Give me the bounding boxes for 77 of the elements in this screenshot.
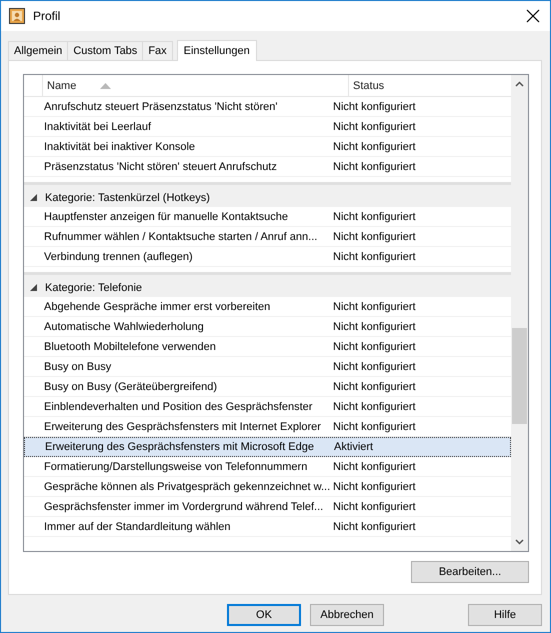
setting-name: Gespräche können als Privatgespräch gekennzeichnet w... (43, 480, 330, 492)
list-row[interactable]: Rufnummer wählen / Kontaktsuche starten / Anruf ann... Nicht konfiguriert (24, 227, 511, 247)
setting-status: Nicht konfiguriert (332, 100, 416, 112)
list-row[interactable]: Verbindung trennen (auflegen) Nicht konfiguriert (24, 247, 511, 267)
setting-status: Nicht konfiguriert (332, 300, 416, 312)
list-row[interactable]: Formatierung/Darstellungsweise von Telefonnummern Nicht konfiguriert (24, 457, 511, 477)
dialog-button[interactable]: OK (227, 604, 301, 626)
setting-status: Nicht konfiguriert (332, 230, 416, 242)
setting-name: Erweiterung des Gesprächsfensters mit Internet Explorer (43, 420, 322, 432)
expanded-triangle-icon[interactable] (30, 284, 37, 291)
setting-name: Automatische Wahlwiederholung (43, 320, 205, 332)
list-row[interactable]: Erweiterung des Gesprächsfensters mit Microsoft Edge Aktiviert (24, 437, 511, 457)
column-header[interactable]: Name (42, 75, 348, 96)
setting-status: Nicht konfiguriert (332, 480, 416, 492)
setting-status: Nicht konfiguriert (332, 420, 416, 432)
setting-name: Verbindung trennen (auflegen) (43, 250, 194, 262)
scroll-down-icon[interactable] (515, 539, 524, 545)
setting-name: Präsenzstatus 'Nicht stören' steuert Anrufschutz (43, 160, 278, 172)
setting-status: Nicht konfiguriert (332, 160, 416, 172)
list-row[interactable]: Hauptfenster anzeigen für manuelle Kontaktsuche Nicht konfiguriert (24, 207, 511, 227)
category-title: Kategorie: Telefonie (45, 282, 142, 294)
list-row[interactable]: Inaktivität bei Leerlauf Nicht konfiguriert (24, 117, 511, 137)
list-row[interactable]: Busy on Busy Nicht konfiguriert (24, 357, 511, 377)
category-title: Kategorie: Tastenkürzel (Hotkeys) (45, 192, 210, 204)
setting-status: Nicht konfiguriert (332, 520, 416, 532)
list-row[interactable]: Bluetooth Mobiltelefone verwenden Nicht konfiguriert (24, 337, 511, 357)
setting-status: Nicht konfiguriert (332, 140, 416, 152)
setting-status: Nicht konfiguriert (332, 400, 416, 412)
setting-name: Inaktivität bei inaktiver Konsole (43, 140, 196, 152)
dialog-button[interactable]: Abbrechen (310, 604, 384, 626)
dialog-button[interactable]: Hilfe (468, 604, 542, 626)
setting-name: Inaktivität bei Leerlauf (43, 120, 152, 132)
scrollbar-thumb[interactable] (512, 328, 527, 424)
tab[interactable]: Einstellungen (176, 40, 257, 61)
edit-button[interactable]: Bearbeiten... (411, 561, 529, 583)
list-row[interactable]: Abgehende Gespräche immer erst vorbereiten Nicht konfiguriert (24, 297, 511, 317)
setting-status: Aktiviert (333, 441, 374, 453)
setting-name: Hauptfenster anzeigen für manuelle Kontaktsuche (43, 210, 289, 222)
list-row[interactable]: Busy on Busy (Geräteübergreifend) Nicht konfiguriert (24, 377, 511, 397)
setting-status: Nicht konfiguriert (332, 460, 416, 472)
setting-status: Nicht konfiguriert (332, 210, 416, 222)
setting-status: Nicht konfiguriert (332, 340, 416, 352)
setting-status: Nicht konfiguriert (332, 320, 416, 332)
setting-name: Bluetooth Mobiltelefone verwenden (43, 340, 217, 352)
list-row[interactable]: Gesprächsfenster immer im Vordergrund während Telef... Nicht konfiguriert (24, 497, 511, 517)
setting-name: Rufnummer wählen / Kontaktsuche starten / Anruf ann... (43, 230, 318, 242)
setting-name: Immer auf der Standardleitung wählen (43, 520, 232, 532)
setting-name: Busy on Busy (Geräteübergreifend) (43, 380, 218, 392)
setting-name: Einblendeverhalten und Position des Gesprächsfenster (43, 400, 314, 412)
setting-name: Abgehende Gespräche immer erst vorbereiten (43, 300, 272, 312)
expanded-triangle-icon[interactable] (30, 194, 37, 201)
window-title: Profil (33, 9, 62, 23)
setting-status: Nicht konfiguriert (332, 250, 416, 262)
list-row[interactable]: Anrufschutz steuert Präsenzstatus 'Nicht stören' Nicht konfiguriert (24, 97, 511, 117)
list-row[interactable]: Automatische Wahlwiederholung Nicht konfiguriert (24, 317, 511, 337)
list-row[interactable]: Gespräche können als Privatgespräch gekennzeichnet w... Nicht konfiguriert (24, 477, 511, 497)
scroll-up-icon[interactable] (515, 81, 524, 87)
setting-name: Busy on Busy (43, 360, 112, 372)
tab[interactable]: Fax (142, 41, 173, 60)
setting-name: Anrufschutz steuert Präsenzstatus 'Nicht stören' (43, 100, 278, 112)
setting-status: Nicht konfiguriert (332, 360, 416, 372)
setting-name: Gesprächsfenster immer im Vordergrund während Telef... (43, 500, 324, 512)
setting-name: Erweiterung des Gesprächsfensters mit Microsoft Edge (44, 441, 316, 453)
setting-status: Nicht konfiguriert (332, 500, 416, 512)
list-row[interactable]: Einblendeverhalten und Position des Gesprächsfenster Nicht konfiguriert (24, 397, 511, 417)
setting-status: Nicht konfiguriert (332, 380, 416, 392)
setting-name: Formatierung/Darstellungsweise von Telefonnummern (43, 460, 308, 472)
list-row[interactable]: Inaktivität bei inaktiver Konsole Nicht konfiguriert (24, 137, 511, 157)
person-icon (9, 8, 25, 24)
list-row[interactable]: Präsenzstatus 'Nicht stören' steuert Anrufschutz Nicht konfiguriert (24, 157, 511, 177)
category-row[interactable]: Kategorie: Telefonie (24, 272, 511, 297)
setting-status: Nicht konfiguriert (332, 120, 416, 132)
tab[interactable]: Allgemein (8, 41, 68, 60)
category-row[interactable]: Kategorie: Tastenkürzel (Hotkeys) (24, 182, 511, 207)
list-row[interactable]: Immer auf der Standardleitung wählen Nicht konfiguriert (24, 517, 511, 537)
close-icon[interactable] (526, 9, 540, 23)
scrollbar[interactable] (511, 75, 528, 551)
